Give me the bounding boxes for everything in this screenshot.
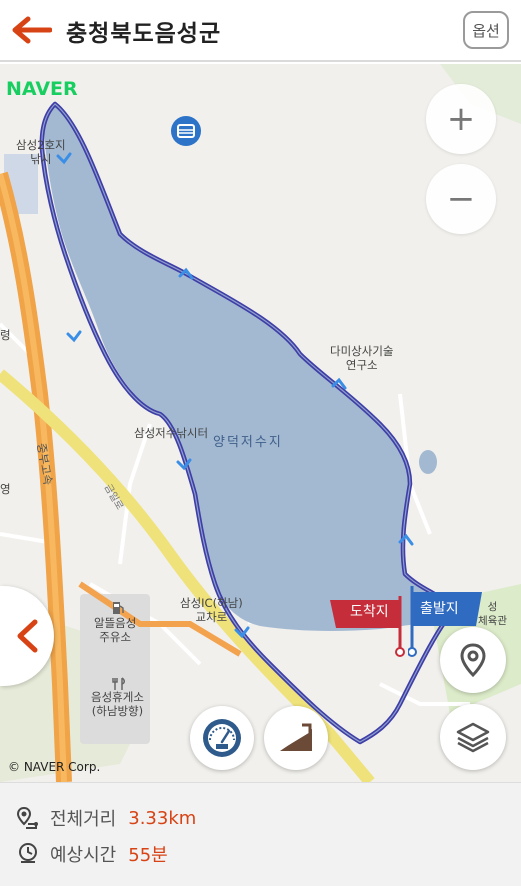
naver-logo: NAVER: [6, 78, 78, 100]
time-value: 55분: [128, 845, 168, 866]
options-button[interactable]: 옵션: [463, 11, 509, 49]
speedometer-button[interactable]: [190, 706, 254, 770]
distance-value: 3.33km: [128, 807, 197, 829]
map-label-research-center: 다미상사기술 연구소: [330, 344, 394, 372]
map-layers-button[interactable]: [440, 704, 506, 770]
map-label-ic: 삼성IC(하남) 교차로: [180, 596, 243, 624]
app-header: 충청북도음성군 옵션: [0, 0, 521, 62]
current-location-button[interactable]: [440, 627, 506, 693]
chevron-left-icon: [17, 619, 38, 653]
back-arrow-icon: [12, 16, 52, 44]
elevation-button[interactable]: [264, 706, 328, 770]
map-copyright: © NAVER Corp.: [8, 760, 101, 774]
map-label-lake: 양덕저수지: [213, 435, 283, 450]
distance-label: 전체거리: [50, 809, 117, 830]
map-view[interactable]: NAVER 삼성2호지 낚시 다미상사기술 연구소 삼성저수낚시터 양덕저수지 …: [0, 64, 521, 782]
map-label-fishing-center: 삼성저수낚시터: [134, 426, 209, 440]
elevation-icon: [280, 723, 312, 751]
time-row: 예상시간 55분: [16, 841, 168, 867]
distance-icon: [16, 806, 38, 829]
departure-label: 출발지: [420, 601, 459, 617]
layers-icon: [456, 722, 490, 753]
speedometer-icon: [203, 719, 241, 757]
time-label: 예상시간: [50, 845, 117, 866]
map-label-gas-station: 알뜰음성 주유소: [94, 616, 137, 644]
map-label-left-edge2: 령: [0, 328, 11, 342]
clock-icon: [19, 843, 37, 863]
route-info-panel: 전체거리 3.33km 예상시간 55분: [0, 782, 521, 886]
page-title: 충청북도음성군: [66, 21, 222, 47]
zoom-out-button[interactable]: −: [426, 164, 496, 234]
back-button[interactable]: [10, 10, 54, 50]
arrival-label: 도착지: [350, 604, 389, 620]
location-pin-icon: [460, 643, 486, 677]
map-label-fishing-site: 삼성2호지 낚시: [16, 138, 66, 166]
arrival-marker[interactable]: [330, 590, 410, 664]
map-label-left-edge: 영: [0, 482, 11, 496]
rest-area-icon: [112, 676, 126, 690]
distance-row: 전체거리 3.33km: [16, 805, 196, 831]
map-label-rest-area: 음성휴게소 (하남방향): [91, 690, 144, 718]
zoom-in-button[interactable]: +: [426, 84, 496, 154]
bus-stop-icon[interactable]: [171, 116, 201, 146]
gas-station-icon: [112, 600, 124, 614]
